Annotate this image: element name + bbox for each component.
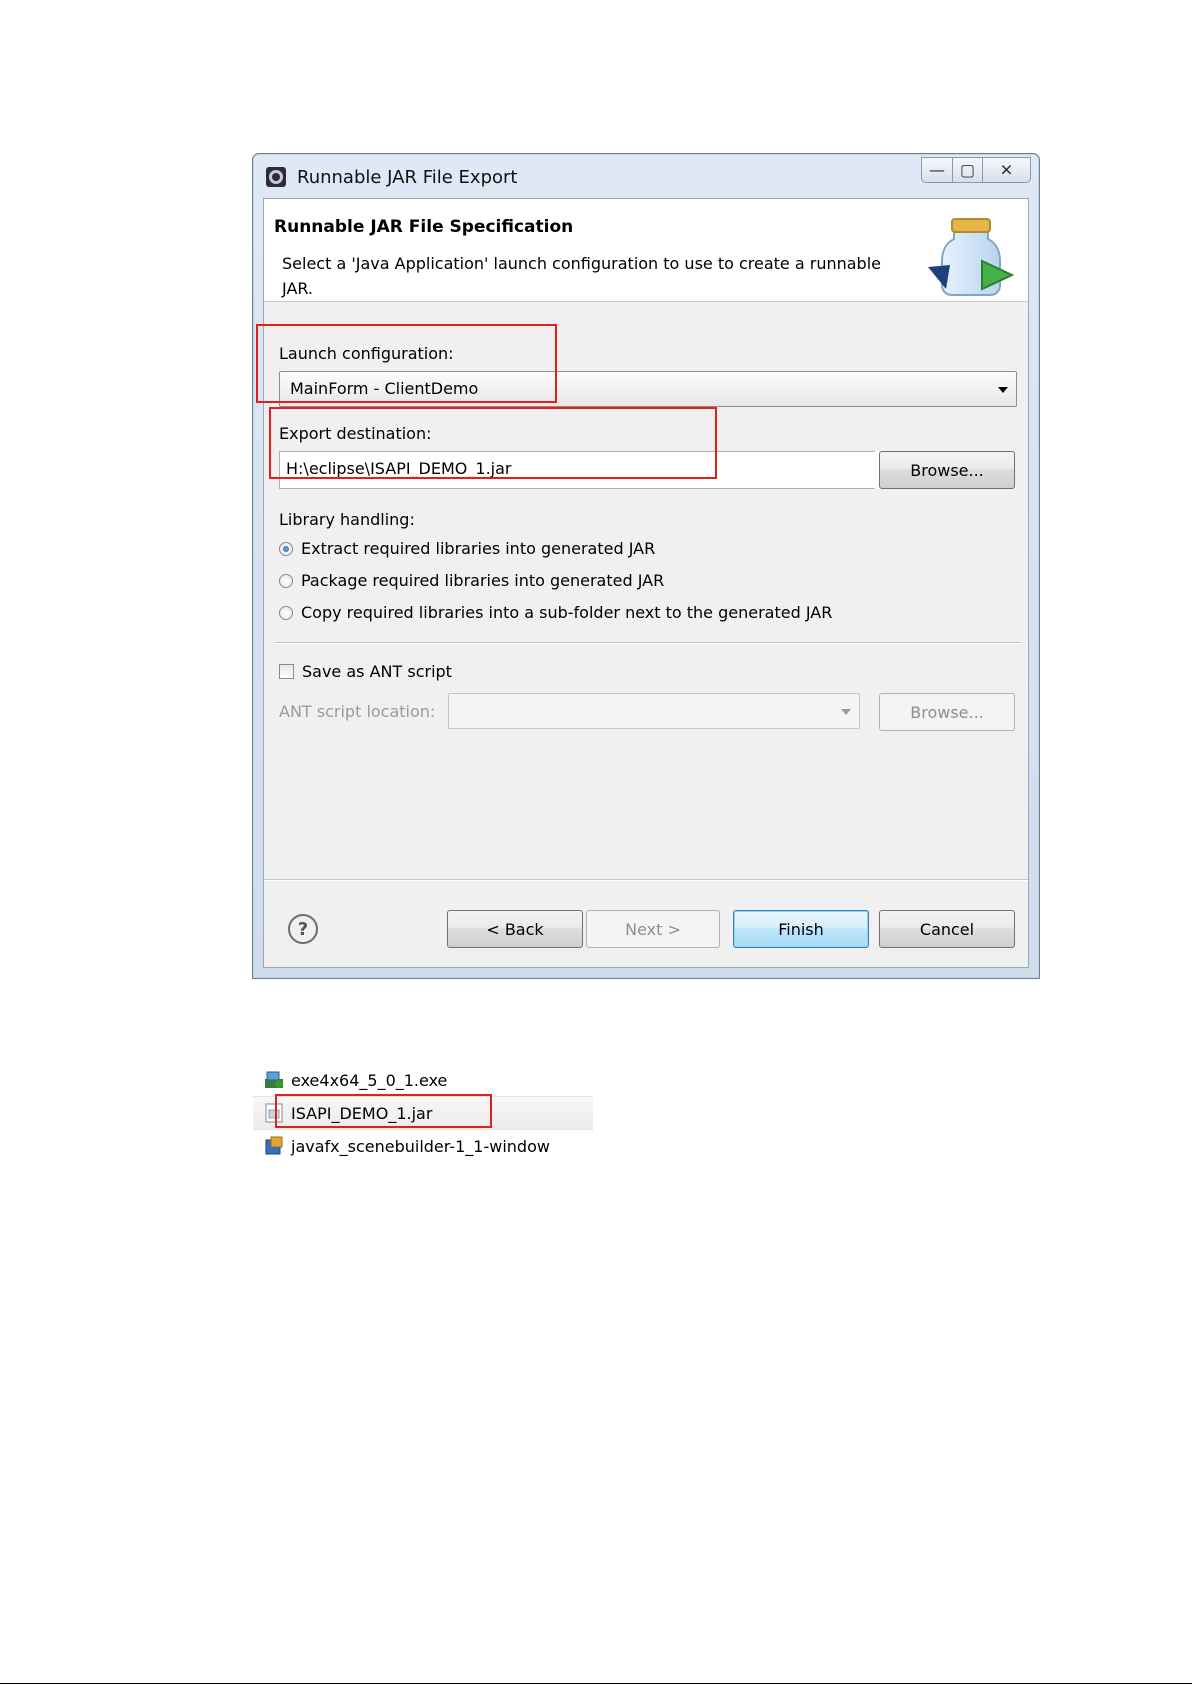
exe-installer-icon (263, 1069, 285, 1091)
back-button[interactable]: < Back (447, 910, 583, 948)
page-bottom-rule (0, 1683, 1192, 1684)
eclipse-icon (265, 166, 287, 188)
maximize-icon: ▢ (959, 160, 976, 180)
file-name: exe4x64_5_0_1.exe (291, 1070, 448, 1090)
wizard-header: Runnable JAR File Specification Select a… (264, 199, 1028, 302)
title-bar[interactable]: Runnable JAR File Export — ▢ ✕ (253, 154, 1039, 196)
chevron-down-icon (841, 709, 851, 715)
ant-location-label: ANT script location: (279, 702, 436, 721)
radio-indicator[interactable] (279, 573, 293, 588)
browse-ant-button[interactable]: Browse... (879, 693, 1015, 731)
msi-installer-icon (263, 1135, 285, 1157)
dialog-body: Runnable JAR File Specification Select a… (263, 198, 1029, 968)
close-icon: ✕ (999, 160, 1014, 180)
divider (264, 879, 1028, 881)
minimize-icon: — (929, 160, 945, 180)
highlight-launch-config (256, 324, 557, 403)
minimize-button[interactable]: — (921, 157, 953, 183)
save-ant-checkbox[interactable]: Save as ANT script (279, 662, 452, 681)
page-title: Runnable JAR File Specification (274, 217, 574, 237)
radio-label: Package required libraries into generate… (301, 571, 665, 590)
jar-export-icon (924, 209, 1020, 299)
list-item[interactable]: exe4x64_5_0_1.exe (263, 1065, 447, 1095)
close-button[interactable]: ✕ (983, 157, 1031, 183)
page-description: Select a 'Java Application' launch confi… (282, 254, 881, 298)
browse-destination-button[interactable]: Browse... (879, 451, 1015, 489)
file-name: javafx_scenebuilder-1_1-window (291, 1136, 550, 1156)
radio-indicator[interactable] (279, 605, 293, 620)
finish-button[interactable]: Finish (733, 910, 869, 948)
ant-location-dropdown[interactable] (832, 693, 860, 729)
radio-label: Extract required libraries into generate… (301, 539, 656, 558)
export-dialog: Runnable JAR File Export — ▢ ✕ Runnable … (252, 153, 1040, 979)
checkbox-box[interactable] (279, 664, 294, 679)
radio-package-libraries[interactable]: Package required libraries into generate… (279, 571, 664, 590)
radio-label: Copy required libraries into a sub-folde… (301, 603, 833, 622)
library-handling-label: Library handling: (279, 510, 415, 529)
chevron-down-icon (998, 387, 1008, 393)
ant-location-input[interactable] (448, 693, 859, 729)
maximize-button[interactable]: ▢ (953, 157, 983, 183)
cancel-button[interactable]: Cancel (879, 910, 1015, 948)
window-controls: — ▢ ✕ (921, 157, 1031, 185)
radio-copy-libraries[interactable]: Copy required libraries into a sub-folde… (279, 603, 832, 622)
highlight-export-destination (269, 407, 717, 479)
checkbox-label: Save as ANT script (302, 662, 452, 681)
radio-extract-libraries[interactable]: Extract required libraries into generate… (279, 539, 655, 558)
list-item[interactable]: javafx_scenebuilder-1_1-window (263, 1131, 550, 1161)
highlight-jar-file (275, 1094, 492, 1128)
next-button[interactable]: Next > (586, 910, 720, 948)
dialog-title: Runnable JAR File Export (297, 167, 518, 188)
help-icon[interactable]: ? (288, 914, 318, 944)
radio-indicator[interactable] (279, 541, 293, 556)
divider (274, 642, 1022, 644)
